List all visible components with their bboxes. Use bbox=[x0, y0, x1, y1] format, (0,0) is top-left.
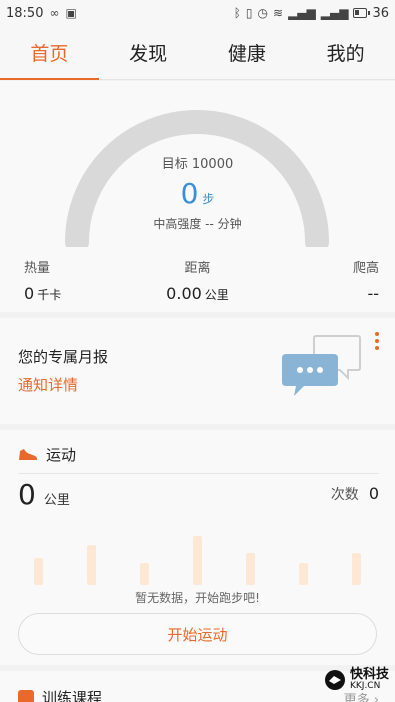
stat-climb: 爬高 -- bbox=[353, 257, 379, 303]
placeholder-bar bbox=[193, 536, 202, 585]
monthly-report-card[interactable]: 您的专属月报 通知详情 bbox=[0, 318, 395, 424]
step-count-row: 0步 bbox=[0, 177, 395, 210]
no-data-message: 暂无数据，开始跑步吧! bbox=[135, 591, 260, 605]
watermark-subtitle: KKJ.CN bbox=[349, 681, 381, 691]
stat-distance-label: 距离 bbox=[184, 261, 211, 276]
signal-icon: ▂▄▆ bbox=[288, 6, 316, 20]
alarm-icon: ◷ bbox=[257, 6, 269, 20]
placeholder-bar bbox=[299, 563, 308, 585]
training-icon bbox=[18, 689, 34, 702]
signal-4g-icon: ▂▄▆ bbox=[320, 6, 349, 20]
placeholder-bar bbox=[87, 545, 96, 585]
training-more-label: 更多 bbox=[343, 693, 370, 702]
tab-home[interactable]: 首页 bbox=[0, 26, 99, 80]
status-time: 18:50 bbox=[6, 5, 44, 21]
infinity-icon: ∞ bbox=[49, 6, 60, 20]
training-header: 训练课程 bbox=[18, 687, 102, 702]
tab-me[interactable]: 我的 bbox=[296, 26, 395, 79]
watermark-title: 快科技 bbox=[349, 667, 389, 682]
start-workout-button[interactable]: 开始运动 bbox=[18, 613, 377, 655]
image-icon: ▣ bbox=[65, 6, 77, 20]
step-count: 0 bbox=[180, 177, 199, 210]
placeholder-bar bbox=[246, 553, 255, 585]
watermark: 快科技 KKJ.CN bbox=[324, 668, 389, 691]
step-unit: 步 bbox=[202, 192, 215, 206]
summary-card[interactable]: 目标 10000 0步 中高强度 -- 分钟 热量 0 千卡 距离 0.00 公里 … bbox=[0, 81, 395, 312]
placeholder-bars bbox=[34, 536, 361, 585]
report-title: 您的专属月报 bbox=[18, 348, 109, 366]
stat-distance-value: 0.00 bbox=[166, 284, 202, 303]
battery-icon bbox=[353, 8, 371, 18]
top-tabs: 首页 发现 健康 我的 bbox=[0, 26, 395, 80]
bluetooth-icon: ᛒ bbox=[233, 6, 241, 20]
placeholder-bar bbox=[34, 558, 43, 585]
tab-health[interactable]: 健康 bbox=[198, 26, 297, 79]
watermark-logo-icon bbox=[324, 669, 345, 690]
tab-discover[interactable]: 发现 bbox=[99, 26, 198, 79]
stat-distance: 距离 0.00 公里 bbox=[0, 257, 395, 303]
training-title: 训练课程 bbox=[42, 689, 103, 702]
chat-bubbles-icon bbox=[282, 335, 361, 396]
report-detail-link[interactable]: 通知详情 bbox=[18, 374, 78, 395]
stat-climb-label: 爬高 bbox=[352, 261, 379, 276]
intensity-minutes: 中高强度 -- 分钟 bbox=[153, 217, 242, 231]
stat-climb-value: -- bbox=[367, 284, 379, 303]
placeholder-bar bbox=[140, 563, 149, 585]
stat-distance-unit: 公里 bbox=[204, 288, 229, 302]
placeholder-bar bbox=[352, 553, 361, 585]
more-options-icon[interactable] bbox=[375, 332, 381, 353]
sport-card[interactable]: 运动 0 公里 次数 0 暂无数据，开始跑步吧! 开始运动 bbox=[0, 430, 395, 665]
step-goal: 目标 10000 bbox=[161, 157, 234, 172]
battery-level: 36 bbox=[372, 5, 389, 21]
wifi-icon: ≋ bbox=[273, 6, 284, 20]
status-bar: 18:50 ∞ ▣ ᛒ ▯ ◷ ≋ ▂▄▆ ▂▄▆ 36 bbox=[0, 0, 395, 26]
vibrate-icon: ▯ bbox=[245, 6, 253, 20]
